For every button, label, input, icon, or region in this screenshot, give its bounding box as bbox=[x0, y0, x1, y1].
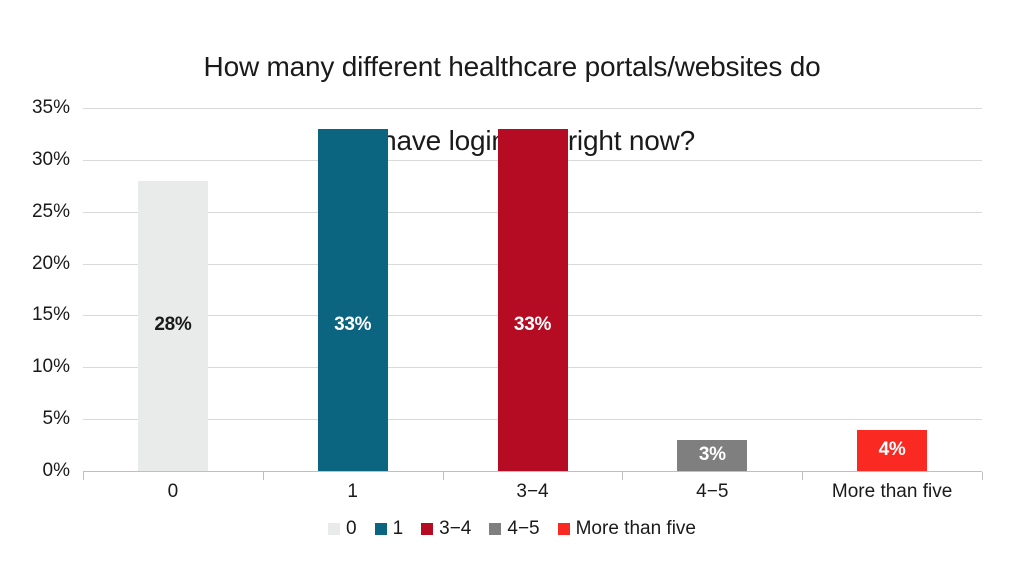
chart-title-line-1: How many different healthcare portals/we… bbox=[203, 50, 821, 82]
legend-label: 1 bbox=[392, 518, 404, 539]
legend-swatch-icon bbox=[421, 523, 434, 535]
bar[interactable]: 4% bbox=[857, 429, 928, 471]
bar-chart: How many different healthcare portals/we… bbox=[0, 0, 1024, 573]
x-axis-tick bbox=[83, 472, 84, 480]
bar-value-label: 28% bbox=[154, 314, 192, 335]
y-axis-tick-label: 15% bbox=[31, 304, 70, 326]
legend-label: 4−5 bbox=[507, 518, 540, 539]
x-axis-tick-label: 4−5 bbox=[696, 481, 729, 502]
x-axis-tick-label: 1 bbox=[347, 481, 358, 502]
legend-label: 3−4 bbox=[439, 518, 472, 539]
x-axis-tick bbox=[982, 472, 983, 480]
legend-item[interactable]: 4−5 bbox=[489, 518, 540, 540]
bar-value-label: 33% bbox=[334, 314, 372, 335]
y-axis-tick-label: 25% bbox=[31, 200, 70, 222]
legend-label: More than five bbox=[575, 518, 697, 539]
legend-item[interactable]: 1 bbox=[374, 518, 404, 540]
legend-swatch-icon bbox=[374, 523, 387, 535]
legend-swatch-icon bbox=[489, 523, 502, 535]
x-axis-tick bbox=[802, 472, 804, 480]
legend-item[interactable]: 3−4 bbox=[421, 518, 471, 540]
y-axis-tick-label: 0% bbox=[42, 460, 70, 481]
y-axis-tick-label: 35% bbox=[31, 97, 70, 118]
x-axis-tick-label: More than five bbox=[831, 481, 953, 502]
bar[interactable]: 28% bbox=[137, 180, 208, 471]
bar-value-label: 4% bbox=[878, 439, 906, 461]
y-axis-tick-label: 20% bbox=[31, 252, 70, 274]
y-axis-tick-label: 30% bbox=[31, 148, 70, 170]
x-axis-tick bbox=[262, 472, 264, 480]
gridline bbox=[83, 108, 982, 109]
x-axis-tick bbox=[622, 472, 624, 480]
legend-swatch-icon bbox=[327, 523, 340, 535]
plot-area: 28% 33% 33% 3% 4% bbox=[83, 108, 982, 472]
legend-item[interactable]: 0 bbox=[327, 518, 357, 540]
y-axis-tick-label: 5% bbox=[42, 408, 70, 430]
bar-value-label: 33% bbox=[513, 314, 552, 335]
x-axis-tick-label: 0 bbox=[167, 481, 179, 502]
x-axis-line bbox=[83, 471, 982, 472]
x-axis-tick-label: 3−4 bbox=[516, 481, 549, 502]
bar[interactable]: 3% bbox=[677, 439, 748, 471]
legend-item[interactable]: More than five bbox=[557, 518, 697, 540]
bar[interactable]: 33% bbox=[317, 128, 388, 471]
legend-label: 0 bbox=[345, 518, 357, 539]
y-axis-tick-label: 10% bbox=[31, 356, 70, 378]
legend-swatch-icon bbox=[557, 523, 570, 535]
bar-value-label: 3% bbox=[698, 444, 726, 466]
bar[interactable]: 33% bbox=[497, 128, 568, 471]
chart-legend: 0 1 3−4 4−5 More than five bbox=[0, 518, 1024, 540]
x-axis-tick bbox=[442, 472, 444, 480]
